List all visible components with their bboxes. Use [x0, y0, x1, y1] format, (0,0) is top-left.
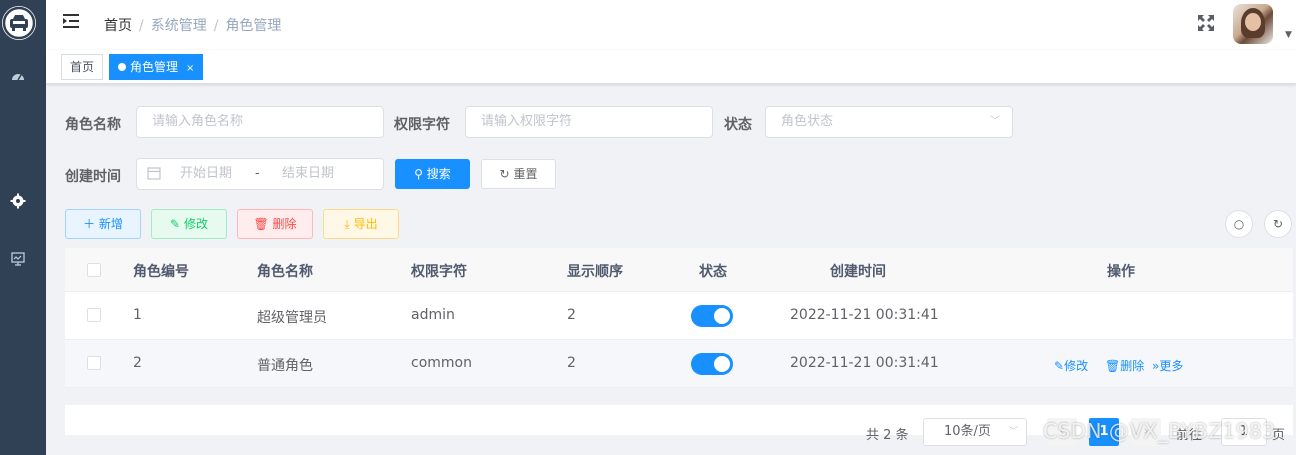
status-switch[interactable]	[691, 353, 733, 375]
monitor-icon[interactable]	[8, 251, 28, 271]
plus-icon: ＋	[83, 217, 96, 231]
export-button[interactable]: ⤓ 导出	[323, 209, 399, 239]
trash-icon: 🗑	[1105, 359, 1121, 373]
avatar[interactable]	[1233, 4, 1273, 44]
refresh-icon: ↻	[1272, 217, 1284, 231]
row-edit-label: 修改	[1064, 359, 1089, 373]
search-icon: ⚲	[414, 167, 423, 181]
role-key-label: 权限字符	[394, 117, 450, 133]
add-button-label: 新增	[98, 217, 123, 231]
reset-button-label: 重置	[513, 167, 538, 181]
create-time-label: 创建时间	[65, 169, 121, 185]
search-icon: ○	[1233, 217, 1245, 231]
role-key-input[interactable]: 请输入权限字符	[465, 106, 713, 138]
row-checkbox[interactable]	[87, 308, 101, 322]
watermark: CSDN @VX_BYBZ1983	[1043, 419, 1276, 443]
page-size-select[interactable]: 10条/页 ﹀	[923, 418, 1027, 446]
header-status: 状态	[699, 264, 727, 280]
row-edit-button[interactable]: ✎修改	[1054, 357, 1088, 374]
breadcrumb-system: 系统管理	[150, 18, 207, 34]
row-more-label: 更多	[1159, 359, 1184, 373]
role-name-input[interactable]: 请输入角色名称	[136, 106, 384, 138]
breadcrumb-separator: /	[213, 18, 219, 34]
table-row: 2 普通角色 common 2 2022-11-21 00:31:41 ✎修改 …	[65, 340, 1293, 388]
status-switch[interactable]	[691, 305, 733, 327]
chevron-down-icon: ﹀	[990, 116, 1000, 127]
tag-active-label: 角色管理	[130, 60, 179, 74]
role-name-label: 角色名称	[65, 117, 121, 133]
cell-role-name: 普通角色	[257, 358, 313, 374]
delete-button[interactable]: 🗑 删除	[237, 209, 313, 239]
select-all-checkbox[interactable]	[87, 263, 101, 277]
status-label: 状态	[724, 117, 752, 133]
status-select[interactable]: 角色状态 ﹀	[765, 106, 1013, 138]
end-date-input[interactable]: 结束日期	[282, 159, 334, 189]
dashboard-icon[interactable]	[8, 69, 28, 89]
hamburger-icon[interactable]	[62, 12, 80, 30]
tag-role-management[interactable]: 角色管理 ×	[109, 54, 204, 80]
fullscreen-icon[interactable]	[1197, 14, 1215, 32]
row-delete-label: 删除	[1120, 359, 1145, 373]
navbar: 首页 / 系统管理 / 角色管理 ▼	[46, 0, 1296, 50]
edit-icon: ✎	[170, 217, 181, 231]
edit-icon: ✎	[1054, 359, 1065, 373]
avatar-face	[1245, 13, 1261, 31]
cell-role-key: common	[411, 355, 472, 371]
reset-button[interactable]: ↻ 重置	[481, 159, 556, 189]
edit-button[interactable]: ✎ 修改	[151, 209, 227, 239]
cell-role-id: 1	[133, 307, 142, 323]
start-date-input[interactable]: 开始日期	[180, 159, 232, 189]
tags-view: 首页 角色管理 ×	[46, 50, 1296, 84]
table-row: 1 超级管理员 admin 2 2022-11-21 00:31:41	[65, 292, 1293, 340]
header-actions: 操作	[1107, 264, 1135, 280]
search-button[interactable]: ⚲ 搜索	[395, 159, 470, 189]
chevron-down-icon: ﹀	[1008, 427, 1018, 437]
pagination-total: 共 2 条	[866, 428, 909, 443]
refresh-icon: ↻	[499, 167, 510, 181]
row-checkbox[interactable]	[87, 356, 101, 370]
export-button-label: 导出	[353, 217, 378, 231]
cell-create-time: 2022-11-21 00:31:41	[790, 307, 939, 323]
tag-home-label: 首页	[70, 60, 95, 74]
date-range-picker[interactable]: 开始日期 - 结束日期	[136, 158, 384, 190]
search-button-label: 搜索	[426, 167, 451, 181]
download-icon: ⤓	[344, 217, 350, 231]
page-size-value: 10条/页	[944, 424, 991, 439]
tag-close-icon[interactable]: ×	[186, 63, 194, 74]
cell-create-time: 2022-11-21 00:31:41	[790, 355, 939, 371]
refresh-table-button[interactable]: ↻	[1264, 210, 1292, 238]
active-dot-icon	[118, 63, 126, 71]
breadcrumb-separator: /	[139, 18, 144, 34]
cell-sort: 2	[567, 307, 576, 323]
logo-car-icon[interactable]	[2, 6, 36, 40]
table-header: 角色编号 角色名称 权限字符 显示顺序 状态 创建时间 操作	[65, 248, 1293, 292]
status-select-placeholder: 角色状态	[781, 114, 834, 129]
cell-role-name: 超级管理员	[257, 310, 327, 326]
cell-role-key: admin	[411, 307, 455, 323]
cell-role-id: 2	[133, 355, 142, 371]
tag-home[interactable]: 首页	[61, 54, 104, 80]
range-separator: -	[255, 166, 260, 181]
calendar-icon	[147, 159, 161, 201]
edit-button-label: 修改	[183, 217, 208, 231]
row-more-button[interactable]: »更多	[1152, 357, 1183, 374]
header-role-key: 权限字符	[411, 264, 467, 280]
header-create-time: 创建时间	[830, 264, 886, 280]
cell-sort: 2	[567, 355, 576, 371]
header-role-id: 角色编号	[133, 264, 189, 280]
header-role-name: 角色名称	[257, 264, 313, 280]
delete-button-label: 删除	[272, 217, 297, 231]
system-gear-icon[interactable]	[8, 193, 28, 213]
header-sort: 显示顺序	[567, 264, 623, 280]
add-button[interactable]: ＋ 新增	[65, 209, 141, 239]
breadcrumb-role: 角色管理	[225, 18, 282, 34]
trash-icon: 🗑	[253, 217, 269, 231]
sidebar	[0, 0, 46, 455]
row-delete-button[interactable]: 🗑删除	[1105, 357, 1144, 374]
toggle-search-button[interactable]: ○	[1225, 210, 1253, 238]
caret-down-icon[interactable]: ▼	[1285, 30, 1292, 40]
breadcrumb-home[interactable]: 首页	[104, 18, 132, 34]
breadcrumb: 首页 / 系统管理 / 角色管理	[104, 15, 281, 35]
